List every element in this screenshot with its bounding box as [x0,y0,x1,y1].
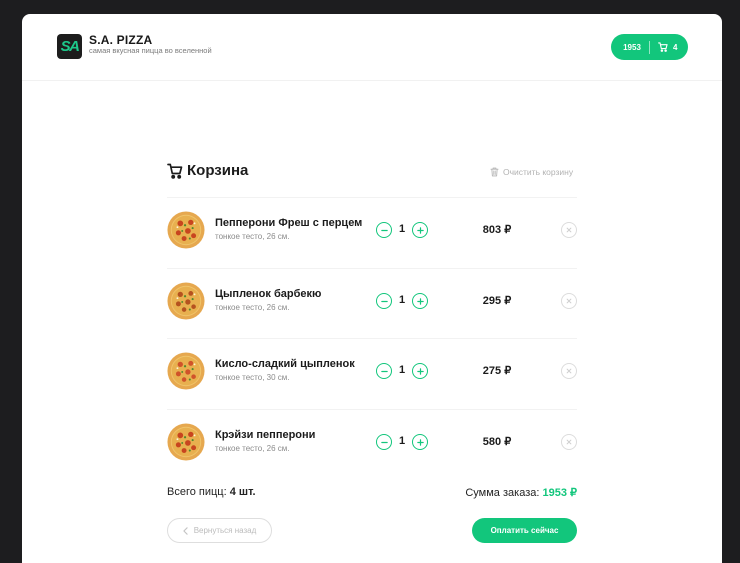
pizza-image [167,282,205,320]
clear-cart-label: Очистить корзину [503,167,574,177]
minus-icon [380,370,388,372]
decrease-quantity-button[interactable] [376,434,392,450]
divider [167,268,577,269]
item-description: тонкое тесто, 26 см. [215,232,290,241]
cart-item: Цыпленок барбекю тонкое тесто, 26 см. 1 … [167,282,577,352]
item-price: 580 ₽ [482,436,512,448]
cart-title: Корзина [187,162,249,179]
item-price: 803 ₽ [482,224,512,236]
remove-item-button[interactable] [561,222,577,238]
cart-item: Пепперони Фреш с перцем тонкое тесто, 26… [167,211,577,281]
item-description: тонкое тесто, 26 см. [215,444,290,453]
increase-quantity-button[interactable] [412,434,428,450]
decrease-quantity-button[interactable] [376,222,392,238]
pay-button-label: Оплатить сейчас [490,526,559,535]
total-count-value: 4 шт. [229,486,256,498]
remove-item-button[interactable] [561,434,577,450]
logo[interactable]: SA [57,34,82,59]
close-icon [566,298,572,304]
increase-quantity-button[interactable] [412,222,428,238]
cart-item: Крэйзи пепперони тонкое тесто, 26 см. 1 … [167,423,577,493]
close-icon [566,368,572,374]
item-name: Пепперони Фреш с перцем [215,217,363,229]
divider [167,197,577,198]
close-icon [566,439,572,445]
total-sum-value: 1953 ₽ [542,487,577,499]
cart-icon [167,163,183,179]
minus-icon [380,300,388,302]
minus-icon [380,441,388,443]
plus-icon [416,297,424,305]
cart-item: Кисло-сладкий цыпленок тонкое тесто, 30 … [167,352,577,422]
header-cart-sum: 1953 [623,42,641,52]
item-description: тонкое тесто, 26 см. [215,303,290,312]
total-count-label: Всего пицц: [167,486,227,498]
site-header: SA S.A. PIZZA самая вкусная пицца во все… [22,14,722,81]
total-sum: Сумма заказа: 1953 ₽ [465,486,577,499]
header-cart-button[interactable]: 1953 4 [611,34,688,60]
item-price: 275 ₽ [482,365,512,377]
pizza-image [167,352,205,390]
logo-text: SA [60,38,80,55]
item-name: Крэйзи пепперони [215,429,316,441]
total-sum-label: Сумма заказа: [465,487,540,499]
trash-icon [490,167,499,177]
header-cart-count: 4 [673,42,678,52]
divider [167,409,577,410]
pay-now-button[interactable]: Оплатить сейчас [472,518,577,543]
item-quantity: 1 [398,294,406,306]
decrease-quantity-button[interactable] [376,363,392,379]
back-button[interactable]: Вернуться назад [167,518,272,543]
pizza-image [167,423,205,461]
plus-icon [416,226,424,234]
item-quantity: 1 [398,223,406,235]
minus-icon [380,229,388,231]
total-count: Всего пицц: 4 шт. [167,486,256,498]
item-name: Цыпленок барбекю [215,288,322,300]
item-description: тонкое тесто, 30 см. [215,373,290,382]
close-icon [566,227,572,233]
item-price: 295 ₽ [482,295,512,307]
brand-subtitle: самая вкусная пицца во вселенной [89,46,212,55]
remove-item-button[interactable] [561,293,577,309]
plus-icon [416,367,424,375]
plus-icon [416,438,424,446]
decrease-quantity-button[interactable] [376,293,392,309]
item-name: Кисло-сладкий цыпленок [215,358,355,370]
cart-icon [658,42,668,52]
back-button-label: Вернуться назад [193,526,257,535]
increase-quantity-button[interactable] [412,293,428,309]
divider [167,338,577,339]
item-quantity: 1 [398,435,406,447]
brand-title: S.A. PIZZA [89,33,153,47]
clear-cart-button[interactable]: Очистить корзину [490,167,573,177]
remove-item-button[interactable] [561,363,577,379]
pizza-image [167,211,205,249]
chevron-left-icon [183,526,188,535]
page-card: SA S.A. PIZZA самая вкусная пицца во все… [22,14,722,563]
increase-quantity-button[interactable] [412,363,428,379]
item-quantity: 1 [398,364,406,376]
